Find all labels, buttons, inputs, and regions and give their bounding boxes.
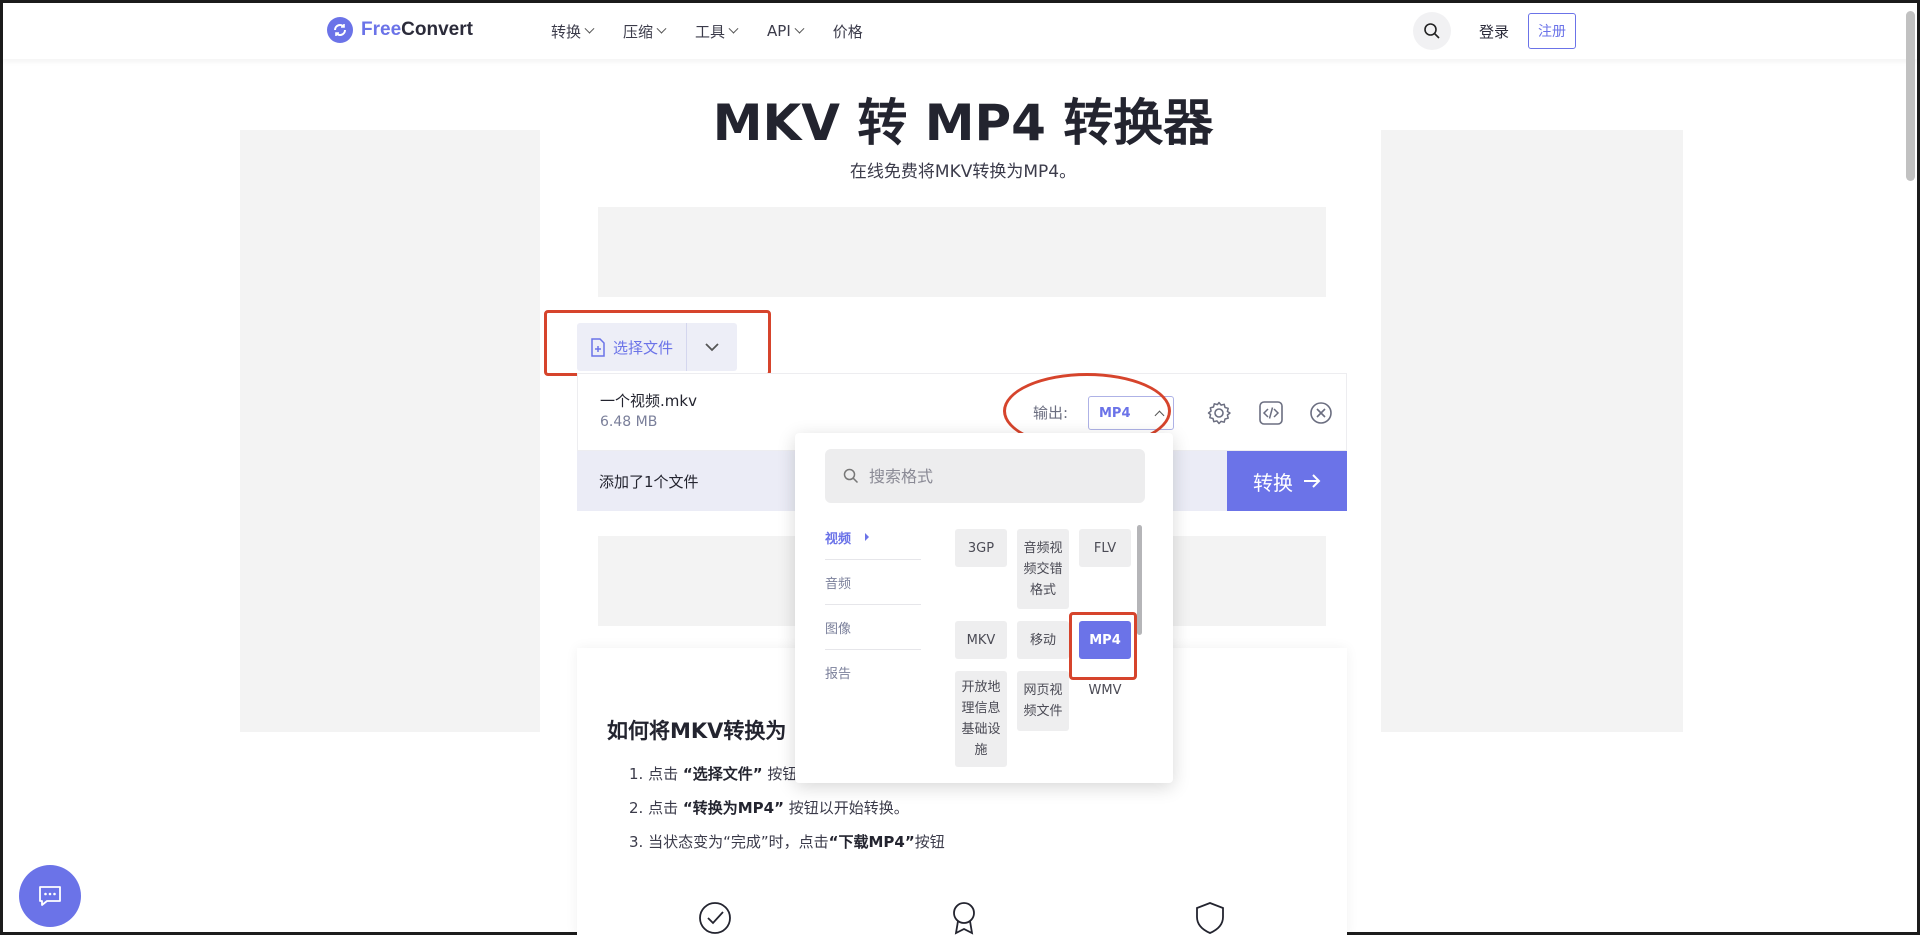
check-circle-icon — [699, 902, 731, 934]
howto-step-3: 3. 当状态变为“完成”时，点击“下载MP4”按钮 — [629, 833, 945, 851]
nav-tools[interactable]: 工具 — [695, 21, 739, 42]
settings-button[interactable] — [1204, 398, 1234, 428]
chevron-down-icon — [794, 23, 805, 34]
chevron-down-icon — [728, 23, 739, 34]
embed-code-button[interactable] — [1256, 398, 1286, 428]
main-nav: 转换 压缩 工具 API 价格 — [551, 3, 863, 59]
chat-button[interactable] — [19, 865, 81, 927]
remove-file-button[interactable] — [1306, 398, 1336, 428]
chevron-down-icon — [656, 23, 667, 34]
nav-pricing[interactable]: 价格 — [833, 21, 863, 42]
logo-text: FreeConvert — [361, 19, 473, 40]
format-mkv[interactable]: MKV — [955, 621, 1007, 659]
files-added-text: 添加了1个文件 — [599, 473, 699, 491]
format-search-box — [825, 449, 1145, 503]
logo[interactable]: FreeConvert — [327, 17, 473, 43]
login-link[interactable]: 登录 — [1479, 21, 1509, 42]
howto-step-1: 1. 点击 “选择文件” 按钮 — [629, 765, 798, 783]
logo-icon — [327, 17, 353, 43]
format-dropdown: 视频 音频 图像 报告 3GP 音频视频交错格式 FLV MKV 移动 MP4 … — [795, 433, 1173, 783]
chat-icon — [39, 886, 61, 906]
page-title: MKV 转 MP4 转换器 — [712, 94, 1214, 152]
howto-step-2: 2. 点击 “转换为MP4” 按钮以开始转换。 — [629, 799, 909, 817]
search-button[interactable] — [1413, 12, 1451, 50]
format-avi[interactable]: 音频视频交错格式 — [1017, 529, 1069, 609]
file-size: 6.48 MB — [600, 414, 658, 430]
category-document[interactable]: 报告 — [825, 650, 921, 695]
nav-convert[interactable]: 转换 — [551, 21, 595, 42]
nav-compress[interactable]: 压缩 — [623, 21, 667, 42]
nav-api[interactable]: API — [767, 22, 805, 40]
shield-icon — [1196, 902, 1224, 934]
page-scrollbar[interactable] — [1906, 11, 1915, 181]
award-icon — [953, 902, 975, 935]
arrow-right-icon — [1304, 474, 1321, 488]
category-image[interactable]: 图像 — [825, 605, 921, 650]
format-webm[interactable]: 网页视频文件 — [1017, 671, 1069, 731]
category-audio[interactable]: 音频 — [825, 560, 921, 605]
ad-left — [240, 130, 540, 732]
format-search-input[interactable] — [869, 466, 1129, 486]
annotation-choose-file — [544, 310, 771, 376]
format-list-scrollbar[interactable] — [1137, 525, 1142, 635]
gear-icon — [1207, 401, 1231, 425]
format-3gp[interactable]: 3GP — [955, 529, 1007, 567]
ad-right — [1381, 130, 1683, 732]
format-flv[interactable]: FLV — [1079, 529, 1131, 567]
close-circle-icon — [1310, 402, 1332, 424]
ad-top — [598, 207, 1326, 297]
code-icon — [1259, 401, 1283, 425]
search-icon — [843, 468, 859, 484]
site-header: FreeConvert 转换 压缩 工具 API 价格 登录 注册 — [3, 3, 1917, 59]
format-mobile[interactable]: 移动 — [1017, 621, 1069, 659]
format-ogv[interactable]: 开放地理信息基础设施 — [955, 671, 1007, 767]
caret-right-icon — [865, 533, 870, 541]
category-video[interactable]: 视频 — [825, 515, 921, 560]
page-subtitle: 在线免费将MKV转换为MP4。 — [849, 162, 1077, 182]
search-icon — [1424, 23, 1440, 39]
register-button[interactable]: 注册 — [1528, 13, 1576, 49]
annotation-mp4 — [1069, 612, 1137, 680]
file-name: 一个视频.mkv — [600, 392, 697, 410]
chevron-down-icon — [584, 23, 595, 34]
howto-title: 如何将MKV转换为 — [607, 719, 787, 743]
convert-button[interactable]: 转换 — [1227, 451, 1347, 511]
